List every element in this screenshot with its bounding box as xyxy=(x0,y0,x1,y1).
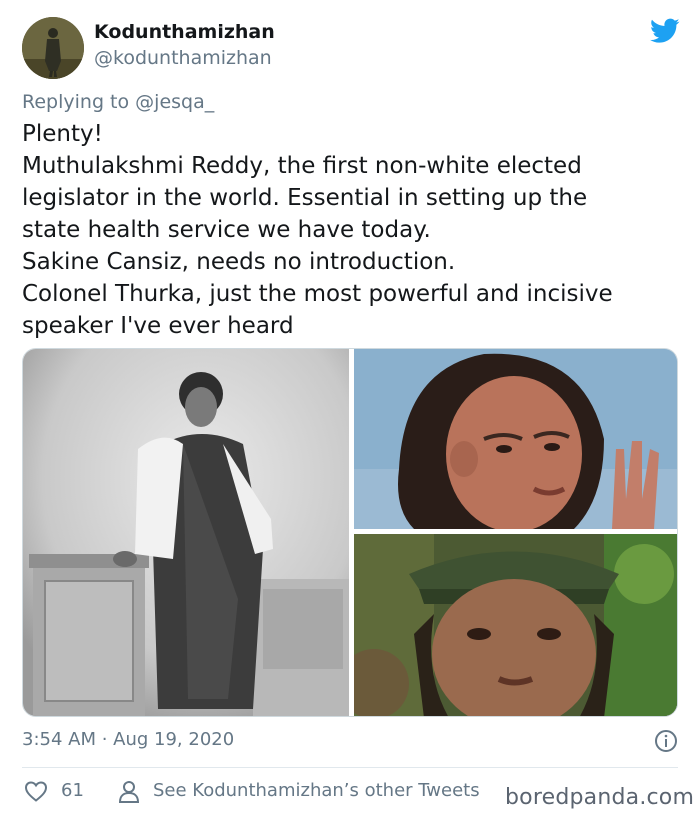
twitter-bird-icon[interactable] xyxy=(650,18,680,44)
photo-woman-jungle[interactable] xyxy=(354,534,677,716)
tweet-text-line: speaker I've ever heard xyxy=(22,313,294,339)
tweet-card: Kodunthamizhan @kodunthamizhan Replying … xyxy=(0,0,700,820)
person-icon[interactable] xyxy=(118,780,140,804)
photo-woman-sky[interactable] xyxy=(354,349,677,529)
reply-context: Replying to @jesqa_ xyxy=(22,91,214,113)
tweet-text-line: state health service we have today. xyxy=(22,217,431,243)
reply-mention-link[interactable]: @jesqa_ xyxy=(135,91,214,113)
photo-vintage-portrait[interactable] xyxy=(23,349,349,716)
display-name[interactable]: Kodunthamizhan xyxy=(94,21,275,43)
media-grid xyxy=(22,348,678,717)
tweet-text: Plenty! Muthulakshmi Reddy, the first no… xyxy=(22,118,682,342)
avatar[interactable] xyxy=(22,17,84,79)
info-icon[interactable] xyxy=(654,729,678,753)
heart-icon[interactable] xyxy=(24,780,48,802)
tweet-text-line: Sakine Cansiz, needs no introduction. xyxy=(22,249,456,275)
avatar-image xyxy=(22,17,84,79)
tweet-text-line: Plenty! xyxy=(22,121,103,147)
tweet-text-line: legislator in the world. Essential in se… xyxy=(22,185,588,211)
see-other-tweets-link[interactable]: See Kodunthamizhan’s other Tweets xyxy=(153,780,480,801)
tweet-timestamp[interactable]: 3:54 AM · Aug 19, 2020 xyxy=(22,729,234,750)
tweet-text-line: Colonel Thurka, just the most powerful a… xyxy=(22,281,613,307)
like-count: 61 xyxy=(61,780,84,801)
divider xyxy=(22,767,678,768)
reply-prefix: Replying to xyxy=(22,91,130,113)
user-handle[interactable]: @kodunthamizhan xyxy=(94,47,272,69)
tweet-text-line: Muthulakshmi Reddy, the first non-white … xyxy=(22,153,582,179)
watermark: boredpanda.com xyxy=(505,785,695,810)
